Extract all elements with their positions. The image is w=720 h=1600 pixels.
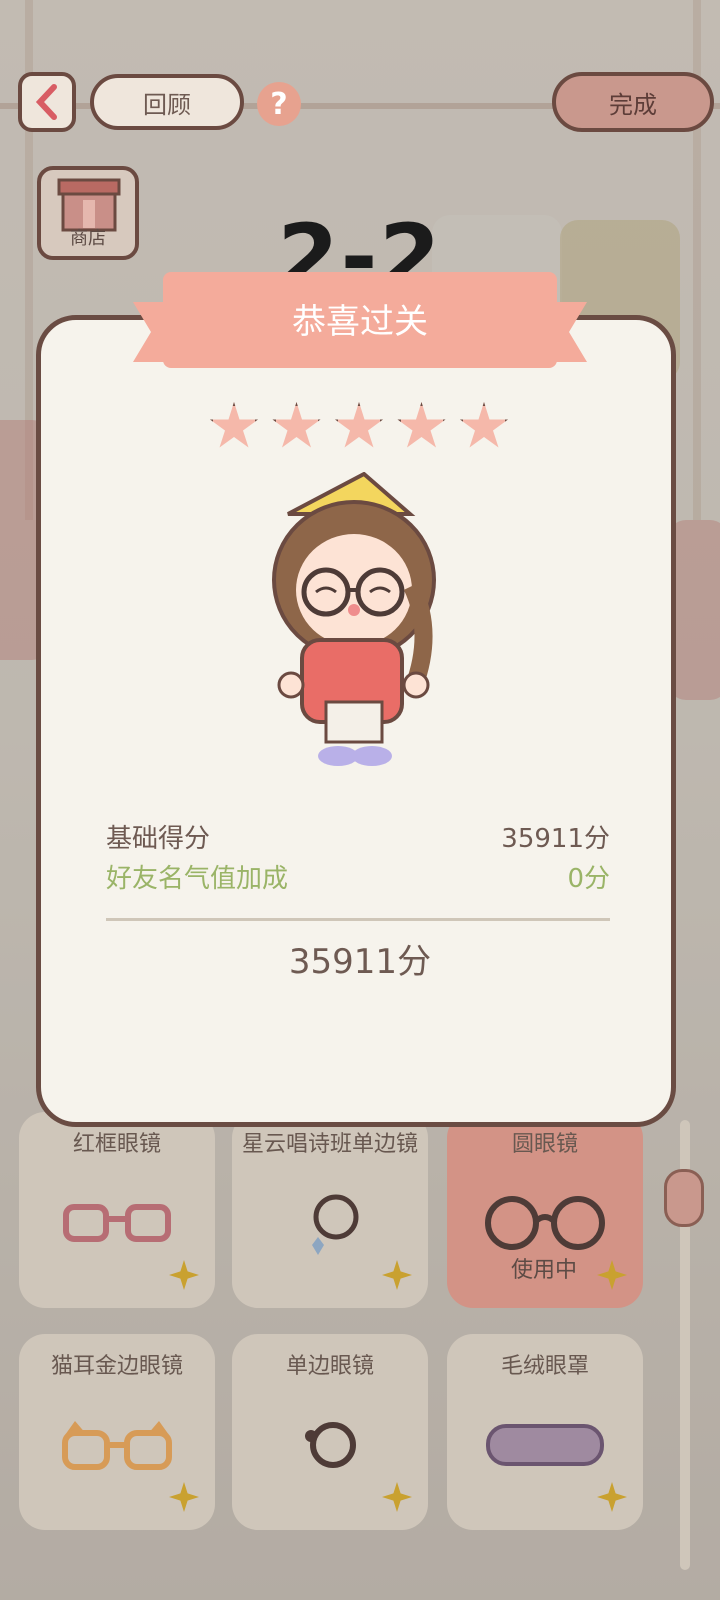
item-name: 单边眼镜: [285, 1354, 374, 1379]
bonus-score-label: 好友名气值加成: [106, 864, 289, 894]
item-name: 红框眼镜: [72, 1132, 161, 1157]
item-tile-red-frame-glasses[interactable]: 红框眼镜: [19, 1112, 215, 1308]
done-label: 完成: [609, 90, 657, 119]
single-lens-icon: [232, 1400, 428, 1490]
scrollbar-thumb[interactable]: [664, 1169, 704, 1227]
item-tile-monocle[interactable]: 星云唱诗班单边镜: [232, 1112, 428, 1308]
star-icon: [460, 402, 508, 448]
monocle-icon: [232, 1178, 428, 1268]
star-icon: [397, 402, 446, 448]
red-frame-glasses-icon: [19, 1178, 215, 1268]
item-name: 毛绒眼罩: [500, 1354, 589, 1379]
help-icon[interactable]: ?: [257, 82, 301, 126]
bonus-score-value: 0分: [567, 864, 610, 894]
base-score-row: 基础得分 35911分: [106, 818, 610, 855]
character-portrait: [244, 471, 464, 782]
back-button[interactable]: [18, 72, 76, 132]
item-tile-single-lens[interactable]: 单边眼镜: [232, 1334, 428, 1530]
item-name: 猫耳金边眼镜: [50, 1354, 183, 1379]
star-icon: [335, 402, 383, 448]
plush-eye-mask-icon: [447, 1400, 643, 1490]
bonus-score-row: 好友名气值加成 0分: [106, 858, 610, 895]
item-name: 圆眼镜: [511, 1132, 578, 1157]
item-name: 星云唱诗班单边镜: [241, 1132, 418, 1157]
star-rating: [209, 402, 509, 452]
cat-ear-glasses-icon: [19, 1400, 215, 1490]
star-icon: [210, 402, 258, 448]
item-tile-cat-ear-glasses[interactable]: 猫耳金边眼镜: [19, 1334, 215, 1530]
total-score: 35911分: [288, 942, 432, 982]
star-icon: [272, 402, 321, 448]
in-use-label: 使用中: [511, 1258, 578, 1283]
item-tile-plush-eye-mask[interactable]: 毛绒眼罩: [447, 1334, 643, 1530]
item-tile-round-glasses[interactable]: 圆眼镜 使用中: [447, 1112, 643, 1308]
title-ribbon: 恭喜过关: [163, 272, 557, 368]
chevron-left-icon: [35, 84, 57, 120]
review-button[interactable]: 回顾: [90, 74, 244, 130]
base-score-label: 基础得分: [106, 824, 211, 854]
done-button[interactable]: 完成: [552, 72, 714, 132]
review-label: 回顾: [143, 90, 191, 119]
base-score-value: 35911分: [501, 824, 610, 854]
level-complete-title: 恭喜过关: [292, 302, 428, 342]
score-divider: [106, 918, 610, 921]
